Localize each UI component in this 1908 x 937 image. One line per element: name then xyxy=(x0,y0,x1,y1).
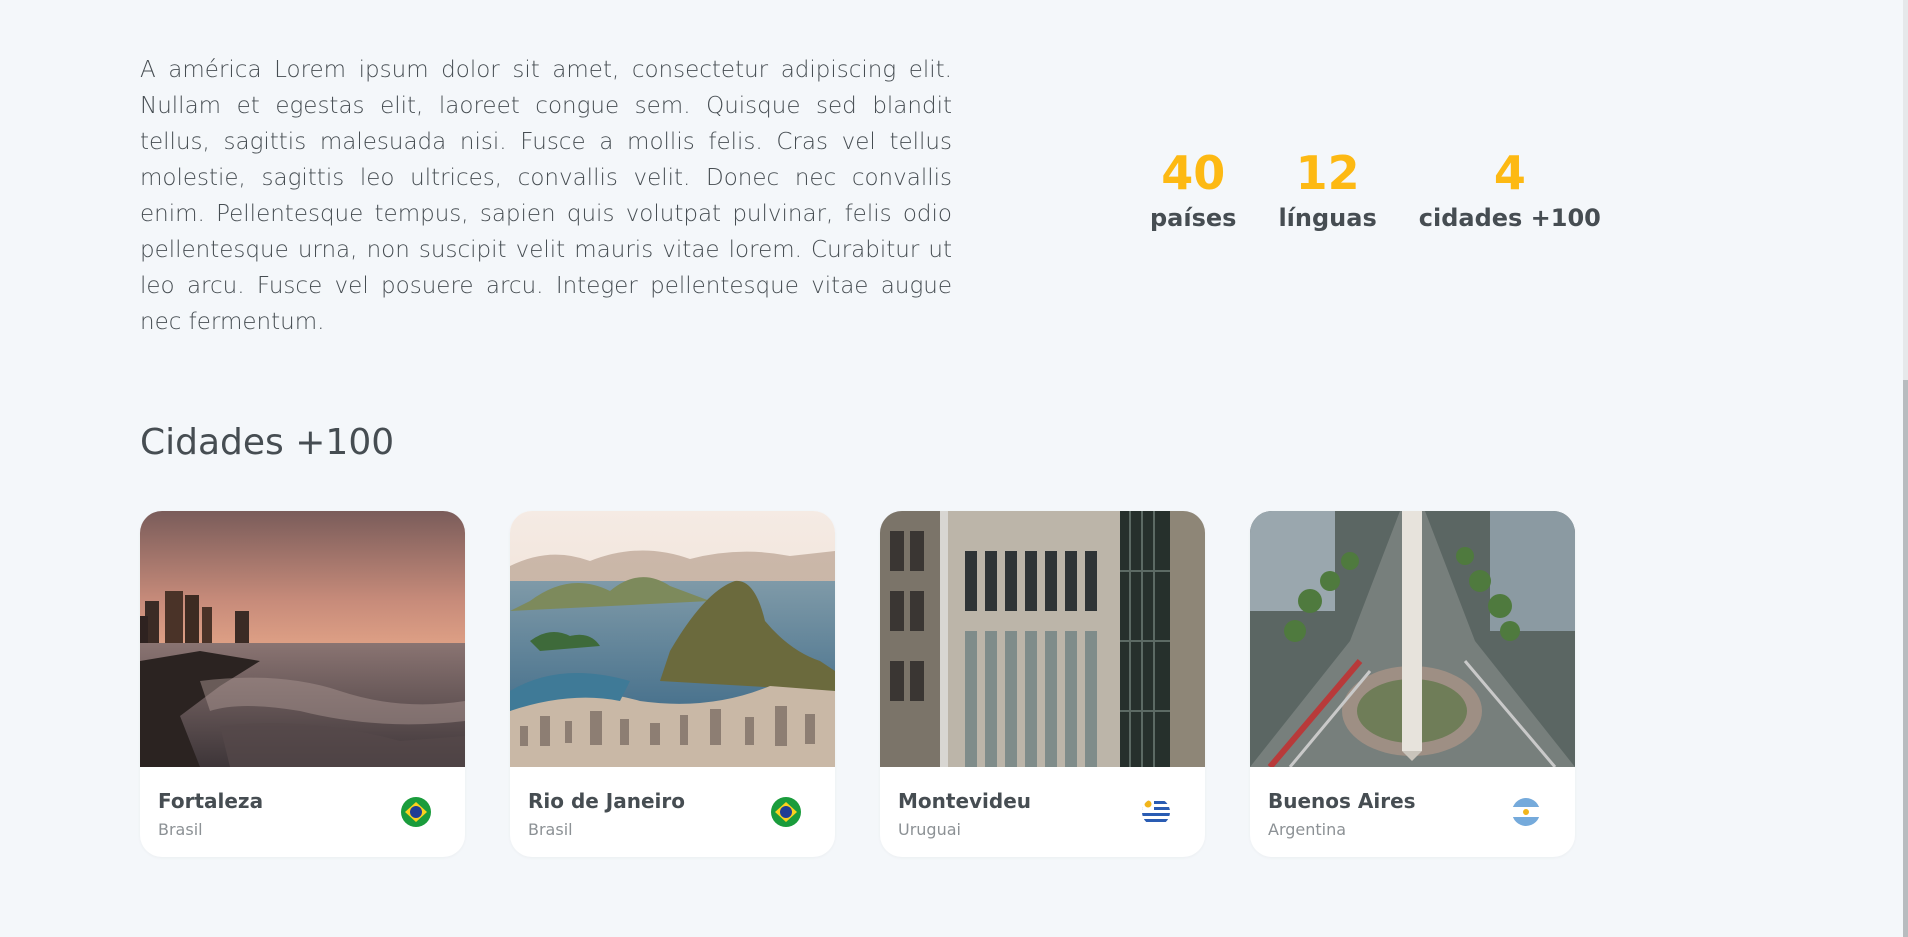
card-country: Brasil xyxy=(158,820,203,839)
page: A américa Lorem ipsum dolor sit amet, co… xyxy=(0,0,1908,937)
city-image-buenos-aires xyxy=(1250,511,1575,767)
card-city: Montevideu xyxy=(898,789,1032,813)
argentina-flag-icon xyxy=(1512,798,1540,826)
brazil-flag-icon xyxy=(401,797,431,827)
city-image-montevideu xyxy=(880,511,1205,767)
stat-label: línguas xyxy=(1278,204,1377,232)
scrollbar-track[interactable] xyxy=(1903,0,1908,937)
uruguay-flag-icon xyxy=(1142,798,1170,826)
city-card-montevideu[interactable]: Montevideu Uruguai xyxy=(880,511,1205,857)
card-info: Montevideu Uruguai xyxy=(880,767,1205,857)
stat-countries: 40 países xyxy=(1150,146,1236,234)
stat-label: cidades +100 xyxy=(1418,204,1601,232)
stat-cities: 4 cidades +100 xyxy=(1419,146,1601,234)
city-card-rio-de-janeiro[interactable]: Rio de Janeiro Brasil xyxy=(510,511,835,857)
city-image-rio-de-janeiro xyxy=(510,511,835,767)
city-card-buenos-aires[interactable]: Buenos Aires Argentina xyxy=(1250,511,1575,857)
city-cards: Fortaleza Brasil Rio de Janeiro Brasil M… xyxy=(140,511,1575,857)
scrollbar-thumb[interactable] xyxy=(1903,380,1908,937)
stat-label: países xyxy=(1150,204,1237,232)
card-country: Uruguai xyxy=(898,820,961,839)
card-city: Rio de Janeiro xyxy=(528,789,686,813)
card-info: Rio de Janeiro Brasil xyxy=(510,767,835,857)
stat-number: 4 xyxy=(1493,146,1526,200)
intro-paragraph: A américa Lorem ipsum dolor sit amet, co… xyxy=(140,57,952,335)
card-info: Fortaleza Brasil xyxy=(140,767,465,857)
stat-number: 12 xyxy=(1295,146,1360,200)
stats-row: 40 países 12 línguas 4 cidades +100 xyxy=(1150,146,1601,234)
city-card-fortaleza[interactable]: Fortaleza Brasil xyxy=(140,511,465,857)
city-image-fortaleza xyxy=(140,511,465,767)
card-city: Fortaleza xyxy=(158,789,264,813)
card-country: Brasil xyxy=(528,820,573,839)
stat-languages: 12 línguas xyxy=(1278,146,1376,234)
section-title: Cidades +100 xyxy=(140,422,395,463)
card-city: Buenos Aires xyxy=(1268,789,1416,813)
stat-number: 40 xyxy=(1161,146,1226,200)
card-info: Buenos Aires Argentina xyxy=(1250,767,1575,857)
card-country: Argentina xyxy=(1268,820,1347,839)
brazil-flag-icon xyxy=(771,797,801,827)
